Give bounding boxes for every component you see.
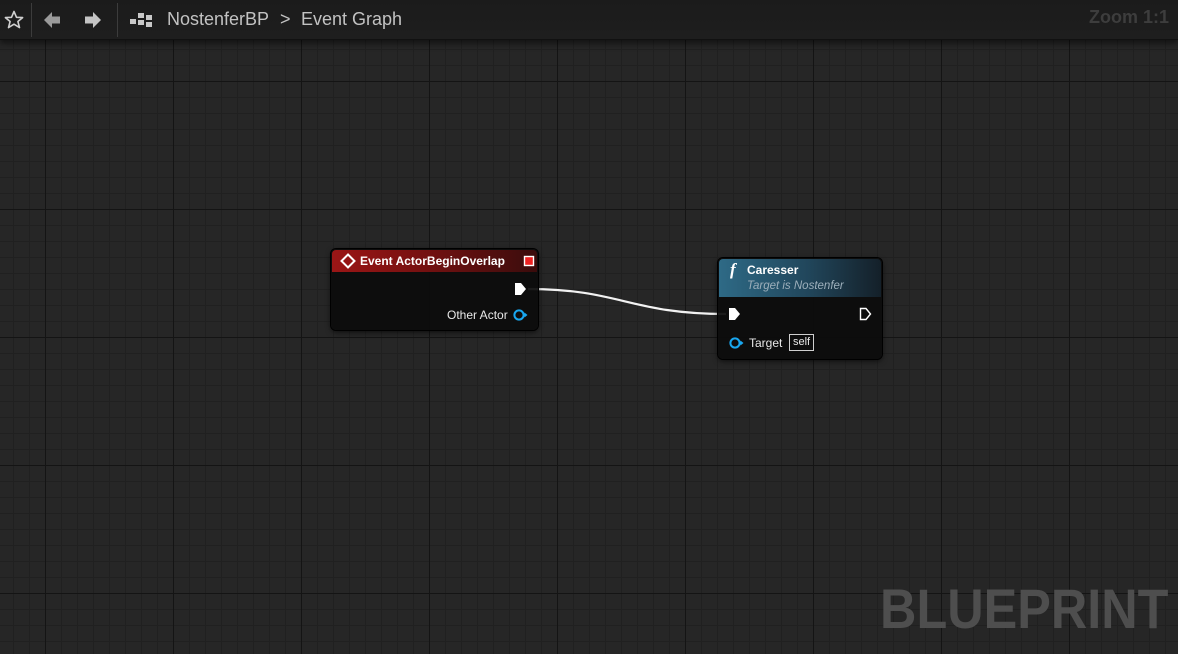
exec-out-pin-icon[interactable] <box>859 307 872 321</box>
caresser-function-node[interactable]: f Caresser Target is Nostenfer Target se… <box>718 258 882 359</box>
event-actor-begin-overlap-node[interactable]: Event ActorBeginOverlap Other Actor <box>331 249 538 330</box>
function-f-icon: f <box>730 260 736 279</box>
event-node-title: Event ActorBeginOverlap <box>360 254 505 268</box>
target-default-value[interactable]: self <box>789 334 815 351</box>
function-node-title: Caresser <box>747 263 799 277</box>
object-pin-icon[interactable] <box>512 308 528 322</box>
blueprint-watermark: BLUEPRINT <box>879 577 1168 640</box>
function-node-subtitle: Target is Nostenfer <box>747 280 844 292</box>
exec-in-pin-icon[interactable] <box>728 307 741 321</box>
function-node-header: f Caresser Target is Nostenfer <box>719 259 881 297</box>
exec-wire[interactable] <box>0 0 1178 654</box>
exec-out-pin-icon[interactable] <box>514 282 527 296</box>
event-node-header: Event ActorBeginOverlap <box>332 250 537 272</box>
other-actor-pin-label: Other Actor <box>447 308 508 322</box>
object-pin-icon[interactable] <box>728 336 744 350</box>
target-pin-label: Target <box>749 336 783 350</box>
event-diamond-icon <box>340 253 356 269</box>
delegate-square-icon[interactable] <box>523 255 535 267</box>
